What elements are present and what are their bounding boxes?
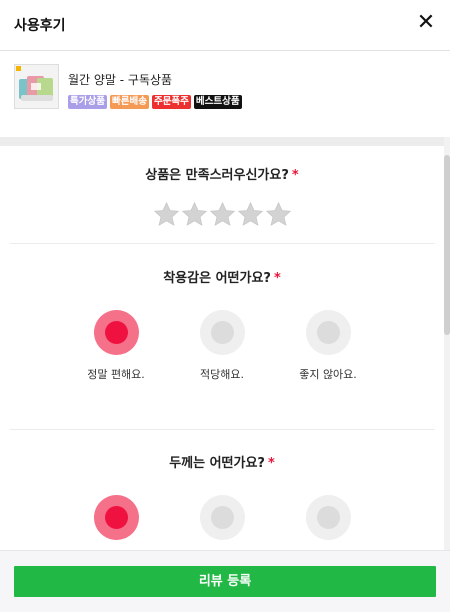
tag-popular: 주문폭주 [151, 95, 191, 109]
option-label: 좋지 않아요. [299, 368, 357, 381]
option-label: 정말 편해요. [87, 368, 145, 381]
modal-title: 사용후기 [14, 18, 66, 34]
fit-option-moderate[interactable]: 적당해요. [177, 310, 267, 382]
radio-unselected-icon[interactable] [199, 310, 245, 355]
satisfaction-label: 상품은 만족스러우신가요? [145, 168, 289, 183]
modal-footer: 리뷰 등록 [0, 550, 450, 612]
product-tags: 특가상품 빠른배송 주문폭주 베스트상품 [68, 95, 242, 109]
close-icon[interactable]: ✕ [416, 12, 436, 34]
question-separator [10, 429, 435, 430]
star-rating [153, 201, 293, 231]
tag-fast-delivery: 빠른배송 [109, 95, 149, 109]
tag-special: 특가상품 [68, 95, 107, 109]
required-mark: * [273, 271, 281, 286]
product-summary: 월간 양말 - 구독상품 특가상품 빠른배송 주문폭주 베스트상품 [0, 51, 450, 137]
scrollbar[interactable] [444, 137, 450, 550]
required-mark: * [267, 456, 275, 471]
radio-selected-icon[interactable] [93, 495, 139, 540]
product-name: 월간 양말 - 구독상품 [68, 73, 173, 87]
thickness-option-3[interactable] [283, 495, 373, 540]
satisfaction-question: 상품은 만족스러우신가요? * [0, 164, 444, 183]
radio-unselected-icon[interactable] [199, 495, 245, 540]
thickness-option-2[interactable] [177, 495, 267, 540]
socks-image [15, 65, 58, 108]
fit-label: 착용감은 어떤가요? [163, 271, 271, 286]
radio-unselected-icon[interactable] [305, 310, 351, 355]
product-badge [16, 66, 21, 71]
radio-selected-icon[interactable] [93, 310, 139, 355]
fit-option-very-comfortable[interactable]: 정말 편해요. [71, 310, 161, 382]
submit-review-button[interactable]: 리뷰 등록 [14, 566, 436, 597]
thickness-option-1[interactable] [71, 495, 161, 540]
product-thumbnail [14, 64, 59, 109]
scrollbar-thumb[interactable] [444, 155, 450, 335]
fit-question: 착용감은 어떤가요? * [0, 267, 444, 286]
star-3-icon[interactable] [209, 201, 236, 228]
tag-best: 베스트상품 [193, 95, 242, 109]
radio-unselected-icon[interactable] [305, 495, 351, 540]
fit-option-not-good[interactable]: 좋지 않아요. [283, 310, 373, 382]
required-mark: * [291, 168, 299, 183]
thickness-label: 두께는 어떤가요? [169, 456, 265, 471]
thickness-question: 두께는 어떤가요? * [0, 452, 444, 471]
star-2-icon[interactable] [181, 201, 208, 228]
section-divider [0, 137, 450, 146]
option-label: 적당해요. [200, 368, 244, 381]
star-4-icon[interactable] [237, 201, 264, 228]
star-1-icon[interactable] [153, 201, 180, 228]
question-separator [10, 243, 435, 244]
review-form: 상품은 만족스러우신가요? * 착용감은 어떤가요? * 정말 편해요. 적당해요.… [0, 146, 444, 550]
star-5-icon[interactable] [265, 201, 292, 228]
modal-header: 사용후기 ✕ [0, 0, 450, 51]
